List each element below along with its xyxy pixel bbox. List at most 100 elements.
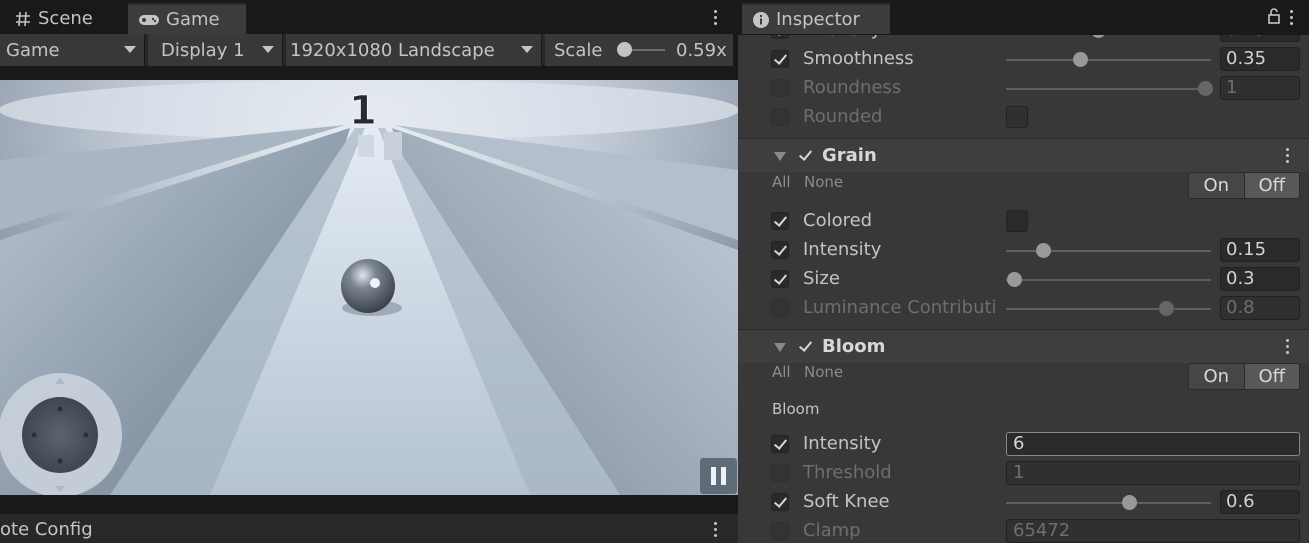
grain-colored-toggle[interactable] (1006, 210, 1028, 232)
bloom-clamp-label: Clamp (803, 520, 861, 541)
bottom-panel-header: ote Config (0, 513, 738, 543)
chevron-down-icon (521, 46, 533, 53)
bottom-panel-title: ote Config (0, 519, 93, 540)
scale-slider[interactable] (617, 42, 665, 57)
grain-on-button[interactable]: On (1189, 173, 1245, 198)
grain-colored-checkbox[interactable] (771, 212, 789, 230)
bloom-threshold-label: Threshold (803, 462, 892, 483)
grain-colored-row: Colored (738, 207, 1309, 236)
inspector-menu-icon[interactable] (1288, 10, 1294, 25)
smoothness-field[interactable]: 0.35 (1220, 47, 1300, 71)
slider-knob[interactable] (1158, 301, 1174, 316)
grain-size-checkbox[interactable] (771, 270, 789, 288)
rounded-toggle[interactable] (1006, 106, 1028, 128)
roundness-row: Roundness 1 (738, 74, 1309, 103)
display-dropdown[interactable]: Display 1 (148, 34, 283, 66)
bottom-panel-menu-icon[interactable] (712, 522, 718, 537)
smoothness-slider[interactable] (1006, 52, 1211, 67)
grain-luminance-field[interactable]: 0.8 (1220, 296, 1300, 320)
bloom-all-link[interactable]: All (772, 363, 791, 381)
smoothness-row: Smoothness 0.35 (738, 45, 1309, 74)
bloom-intensity-row: Intensity 6 (738, 430, 1309, 459)
bloom-threshold-row: Threshold 1 (738, 459, 1309, 488)
bloom-on-button[interactable]: On (1189, 364, 1245, 389)
rounded-checkbox[interactable] (771, 108, 789, 126)
tabbar-divider (738, 34, 1309, 35)
game-panel-menu-icon[interactable] (712, 10, 718, 25)
scale-control: Scale 0.59x (545, 34, 733, 66)
foldout-triangle-icon[interactable] (774, 343, 786, 352)
grain-off-button[interactable]: Off (1244, 173, 1299, 198)
bloom-softknee-slider[interactable] (1006, 495, 1211, 510)
grain-enable-checkbox[interactable] (797, 147, 814, 164)
gamepad-icon (139, 14, 159, 25)
lock-icon[interactable] (1267, 8, 1281, 24)
bloom-threshold-field[interactable]: 1 (1006, 461, 1300, 485)
grain-colored-label: Colored (803, 210, 873, 231)
slider-knob[interactable] (1035, 243, 1051, 258)
slider-knob[interactable] (1122, 495, 1137, 510)
bloom-title: Bloom (822, 336, 886, 357)
pause-icon (711, 467, 726, 485)
grain-intensity-label: Intensity (803, 239, 882, 260)
grain-luminance-slider[interactable] (1006, 301, 1211, 316)
resolution-value: 1920x1080 Landscape (290, 39, 495, 61)
grain-luminance-checkbox[interactable] (771, 299, 789, 317)
bloom-enable-checkbox[interactable] (797, 338, 814, 355)
view-mode-dropdown[interactable]: Game (0, 34, 145, 66)
bloom-off-button[interactable]: Off (1244, 364, 1299, 389)
tab-inspector-label: Inspector (776, 9, 860, 30)
scale-value: 0.59x (676, 39, 727, 61)
slider-knob[interactable] (1197, 81, 1213, 96)
bloom-header[interactable]: Bloom (738, 329, 1309, 363)
bloom-clamp-row: Clamp 65472 (738, 517, 1309, 543)
bloom-clamp-checkbox[interactable] (771, 522, 789, 540)
display-value: Display 1 (161, 39, 245, 61)
inspector-tabbar: Inspector (738, 0, 1309, 34)
game-viewport[interactable]: 1 (0, 80, 738, 495)
tab-game[interactable]: Game (128, 3, 246, 34)
roundness-field[interactable]: 1 (1220, 76, 1300, 100)
grain-size-field[interactable]: 0.3 (1220, 267, 1300, 291)
grain-intensity-slider[interactable] (1006, 243, 1211, 258)
smoothness-checkbox[interactable] (771, 50, 789, 68)
grain-intensity-checkbox[interactable] (771, 241, 789, 259)
inspector-panel: Inspector Intensity 0.45 Smoothness 0.35… (738, 0, 1309, 543)
hash-icon (16, 11, 30, 26)
resolution-dropdown[interactable]: 1920x1080 Landscape (286, 34, 542, 66)
bloom-softknee-field[interactable]: 0.6 (1220, 490, 1300, 514)
bloom-threshold-checkbox[interactable] (771, 464, 789, 482)
roundness-slider[interactable] (1006, 81, 1213, 96)
viewport-bottom-gap (0, 495, 738, 513)
grain-menu-icon[interactable] (1284, 148, 1290, 163)
roundness-checkbox[interactable] (771, 79, 789, 97)
bloom-intensity-label: Intensity (803, 433, 882, 454)
bloom-softknee-label: Soft Knee (803, 491, 890, 512)
game-toolbar: Game Display 1 1920x1080 Landscape Scale… (0, 34, 733, 66)
grain-on-off-toggle: On Off (1188, 172, 1300, 199)
grain-all-link[interactable]: All (772, 173, 791, 191)
grain-size-slider[interactable] (1006, 272, 1211, 287)
slider-knob[interactable] (1072, 52, 1088, 67)
viewport-top-gap (0, 66, 738, 80)
tab-inspector[interactable]: Inspector (742, 3, 890, 34)
pause-button[interactable] (700, 458, 737, 494)
bloom-intensity-field[interactable]: 6 (1006, 432, 1300, 456)
info-icon (753, 11, 769, 28)
bloom-none-link[interactable]: None (804, 363, 843, 381)
smoothness-label: Smoothness (803, 48, 914, 69)
rounded-row: Rounded (738, 103, 1309, 132)
grain-header[interactable]: Grain (738, 138, 1309, 172)
slider-knob[interactable] (1007, 272, 1023, 287)
grain-none-link[interactable]: None (804, 173, 843, 191)
foldout-triangle-icon[interactable] (774, 152, 786, 161)
tab-game-label: Game (166, 9, 220, 30)
bloom-clamp-field[interactable]: 65472 (1006, 519, 1300, 543)
bloom-intensity-checkbox[interactable] (771, 435, 789, 453)
bloom-menu-icon[interactable] (1284, 339, 1290, 354)
tab-scene[interactable]: Scene (4, 3, 103, 34)
grain-intensity-row: Intensity 0.15 (738, 236, 1309, 265)
scale-slider-knob[interactable] (617, 42, 632, 57)
grain-intensity-field[interactable]: 0.15 (1220, 238, 1300, 262)
bloom-softknee-checkbox[interactable] (771, 493, 789, 511)
